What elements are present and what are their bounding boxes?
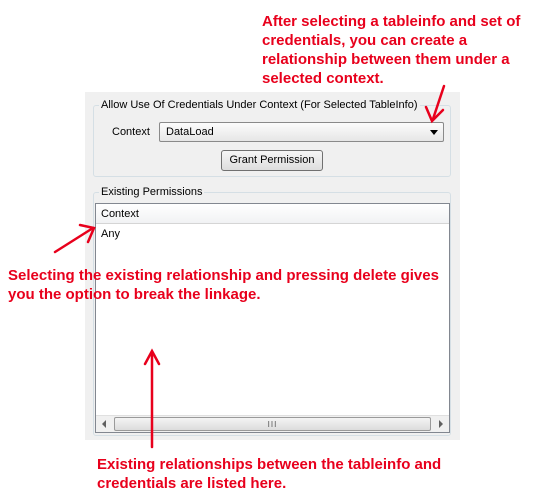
arrow-right-icon	[439, 420, 443, 428]
grip-icon: III	[267, 420, 278, 429]
column-header-context[interactable]: Context	[101, 208, 139, 220]
existing-permissions-group-title: Existing Permissions	[99, 185, 205, 199]
existing-permissions-groupbox: Existing Permissions Context Any III	[93, 185, 451, 436]
context-dropdown-value: DataLoad	[166, 126, 214, 138]
annotation-create-relationship: After selecting a tableinfo and set of c…	[262, 13, 521, 87]
scroll-right-button[interactable]	[432, 416, 449, 432]
listview-header: Context	[96, 204, 449, 224]
horizontal-scrollbar[interactable]: III	[96, 415, 449, 432]
annotation-delete-relationship: Selecting the existing relationship and …	[8, 267, 439, 303]
allow-use-group-title: Allow Use Of Credentials Under Context (…	[99, 98, 420, 112]
chevron-down-icon	[430, 130, 438, 135]
annotation-existing-relationships: Existing relationships between the table…	[97, 456, 442, 492]
scrollbar-thumb[interactable]: III	[114, 417, 431, 431]
list-item-context: Any	[101, 228, 120, 240]
allow-use-groupbox: Allow Use Of Credentials Under Context (…	[93, 98, 451, 177]
context-dropdown[interactable]: DataLoad	[159, 122, 444, 142]
permissions-listview[interactable]: Context Any III	[95, 203, 450, 433]
grant-permission-button[interactable]: Grant Permission	[221, 150, 323, 171]
list-item[interactable]: Any	[96, 226, 449, 243]
scroll-left-button[interactable]	[96, 416, 113, 432]
context-label: Context	[112, 126, 150, 138]
arrow-left-icon	[102, 420, 106, 428]
